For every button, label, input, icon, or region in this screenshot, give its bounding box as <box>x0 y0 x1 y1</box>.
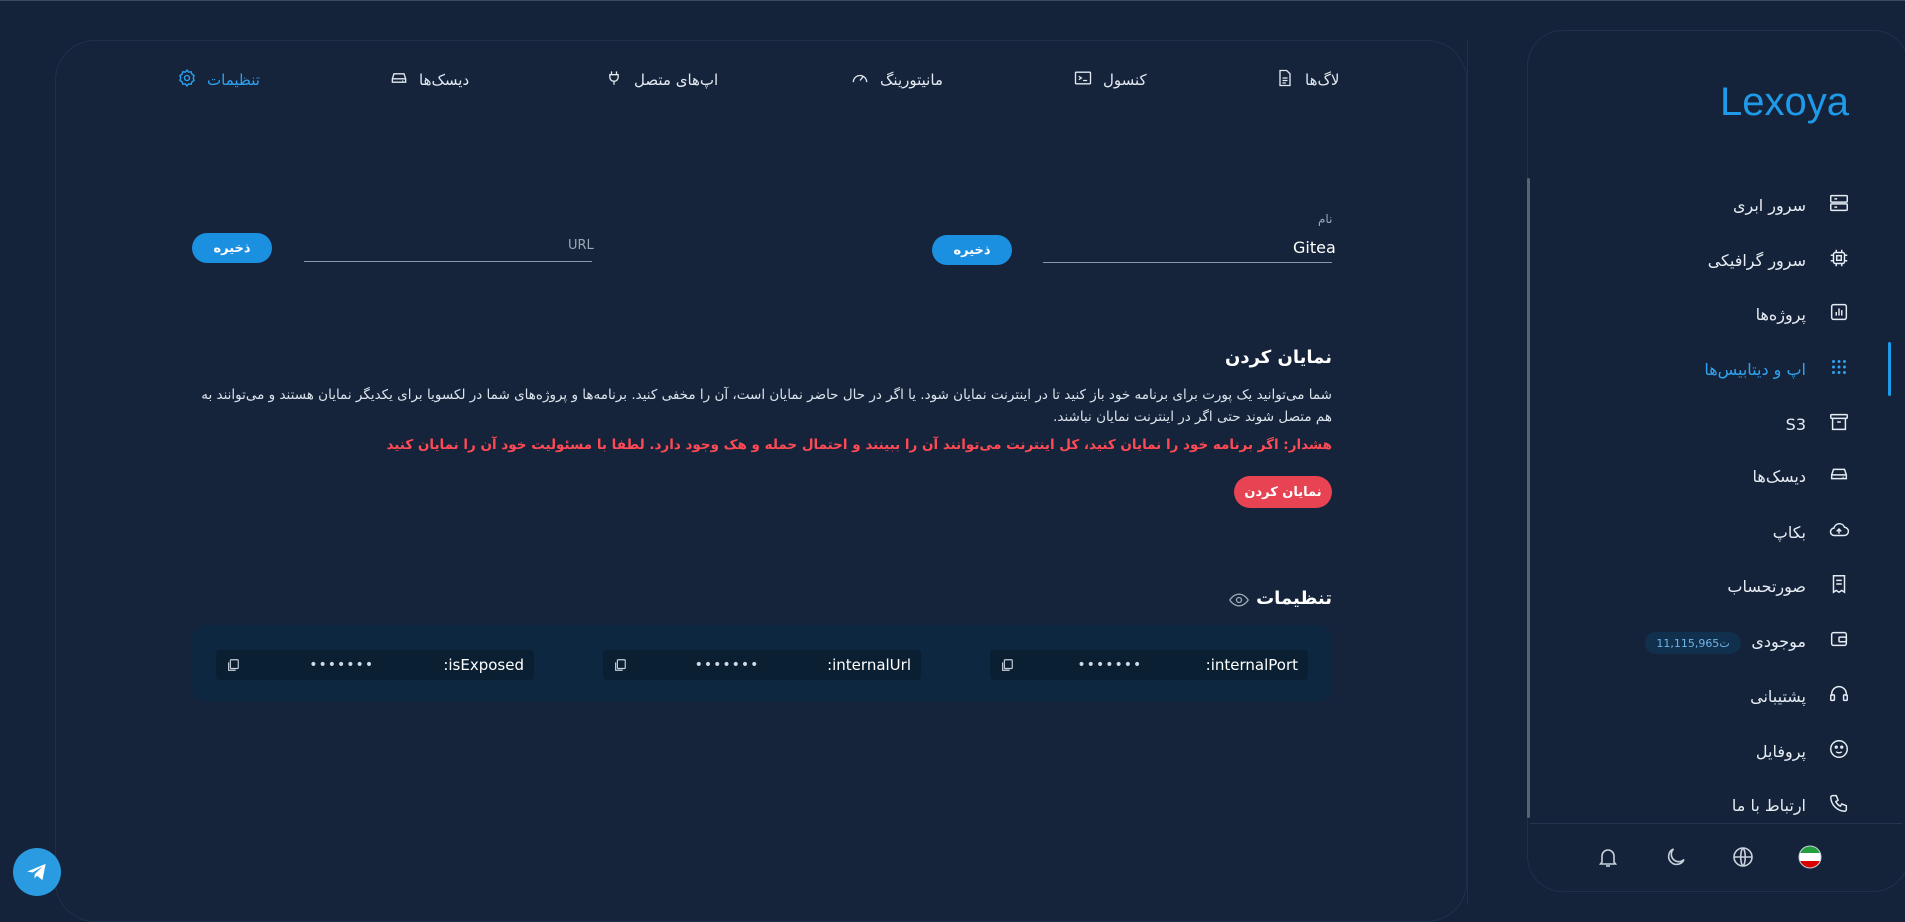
chart-icon <box>1828 301 1850 327</box>
sidebar-item-label: اپ و دیتابیس‌ها <box>1704 359 1806 379</box>
setting-internal-url: internalUrl: ••••••• <box>603 650 921 680</box>
settings-title: تنظیمات <box>1256 588 1332 609</box>
sidebar-item-apps-databases[interactable]: اپ و دیتابیس‌ها <box>1600 354 1850 384</box>
setting-key: internalUrl: <box>827 656 911 674</box>
sidebar-item-label: بکاپ <box>1772 522 1806 542</box>
setting-key: isExposed: <box>443 656 524 674</box>
file-text-icon <box>1275 68 1295 92</box>
wallet-icon <box>1828 628 1850 654</box>
sidebar-item-label: سرور گرافیکی <box>1707 250 1806 270</box>
save-url-button[interactable]: ذخیره <box>192 233 272 263</box>
disk-icon <box>1828 463 1850 489</box>
expose-warning: هشدار: اگر برنامه خود را نمایان کنید، کل… <box>386 437 1333 453</box>
sidebar-item-profile[interactable]: پروفایل <box>1600 736 1850 766</box>
tab-label: اپ‌های متصل <box>634 71 719 89</box>
telegram-icon[interactable] <box>13 848 61 896</box>
cloud-upload-icon <box>1828 519 1850 545</box>
globe-icon[interactable] <box>1731 845 1755 869</box>
active-indicator <box>1888 342 1891 396</box>
copy-icon[interactable] <box>1000 658 1014 672</box>
gauge-icon <box>850 68 870 92</box>
setting-value: ••••••• <box>694 657 760 673</box>
tab-disks[interactable]: دیسک‌ها <box>389 68 469 92</box>
sidebar-item-s3[interactable]: S3 <box>1600 409 1850 439</box>
receipt-icon <box>1828 573 1850 599</box>
expose-description: شما می‌توانید یک پورت برای برنامه خود با… <box>201 387 1332 425</box>
sidebar-item-cloud-server[interactable]: سرور ابری <box>1600 190 1850 220</box>
iran-flag-icon[interactable] <box>1798 845 1822 869</box>
sidebar-item-gpu-server[interactable]: سرور گرافیکی <box>1600 245 1850 275</box>
sidebar-item-label: سرور ابری <box>1732 195 1806 215</box>
bell-icon[interactable] <box>1596 845 1620 869</box>
server-icon <box>1828 192 1850 218</box>
tab-logs[interactable]: لاگ‌ها <box>1275 68 1339 92</box>
sidebar-item-label: صورتحساب <box>1727 576 1806 596</box>
panel-divider <box>1467 40 1468 904</box>
copy-icon[interactable] <box>226 658 240 672</box>
tab-label: مانیتورینگ <box>880 71 943 89</box>
sidebar-scrollbar[interactable] <box>1527 178 1530 818</box>
sidebar-item-disks[interactable]: دیسک‌ها <box>1600 461 1850 491</box>
tab-label: لاگ‌ها <box>1305 71 1340 89</box>
sidebar-item-support[interactable]: پشتیبانی <box>1600 681 1850 711</box>
copy-icon[interactable] <box>613 658 627 672</box>
expose-button[interactable]: نمایان کردن <box>1234 476 1332 508</box>
tab-settings[interactable]: تنظیمات <box>177 68 260 92</box>
sidebar-item-label: دیسک‌ها <box>1752 466 1806 486</box>
expose-title: نمایان کردن <box>1225 347 1332 368</box>
save-name-button[interactable]: ذخیره <box>932 235 1012 265</box>
sidebar-item-label: پروفایل <box>1755 741 1806 761</box>
grid-icon <box>1828 356 1850 382</box>
tab-connected-apps[interactable]: اپ‌های متصل <box>604 68 718 92</box>
logo[interactable]: Lexoya <box>1720 80 1849 125</box>
gear-icon <box>177 68 197 92</box>
eye-icon[interactable] <box>1229 592 1249 612</box>
tab-monitoring[interactable]: مانیتورینگ <box>850 68 943 92</box>
sidebar-item-backup[interactable]: بکاپ <box>1600 517 1850 547</box>
moon-icon[interactable] <box>1664 845 1688 869</box>
name-field-value[interactable]: Gitea <box>1293 238 1336 257</box>
plug-icon <box>604 68 624 92</box>
setting-internal-port: internalPort: ••••••• <box>990 650 1308 680</box>
setting-is-exposed: isExposed: ••••••• <box>216 650 534 680</box>
tab-label: کنسول <box>1103 71 1147 89</box>
sidebar-item-label: پروژه‌ها <box>1755 304 1806 324</box>
headset-icon <box>1828 683 1850 709</box>
name-field-underline <box>1043 262 1332 263</box>
archive-icon <box>1828 411 1850 437</box>
tab-label: دیسک‌ها <box>419 71 470 89</box>
balance-badge: 11,115,965ت <box>1645 632 1741 654</box>
name-field-label: نام <box>1318 212 1333 226</box>
sidebar-item-billing[interactable]: صورتحساب <box>1600 571 1850 601</box>
top-border <box>0 0 1905 1</box>
setting-value: ••••••• <box>1077 657 1143 673</box>
phone-icon <box>1828 792 1850 818</box>
setting-key: internalPort: <box>1205 656 1298 674</box>
terminal-icon <box>1073 68 1093 92</box>
profile-icon <box>1828 738 1850 764</box>
cpu-icon <box>1828 247 1850 273</box>
sidebar-item-label: ارتباط با ما <box>1731 795 1806 815</box>
tab-console[interactable]: کنسول <box>1073 68 1147 92</box>
sidebar-item-label: پشتیبانی <box>1750 686 1806 706</box>
sidebar-item-projects[interactable]: پروژه‌ها <box>1600 299 1850 329</box>
disk-icon <box>389 68 409 92</box>
url-field[interactable]: URL <box>568 238 594 253</box>
sidebar-item-label: موجودی <box>1751 631 1806 651</box>
sidebar-divider <box>1530 823 1902 824</box>
sidebar-item-contact[interactable]: ارتباط با ما <box>1600 790 1850 820</box>
tab-label: تنظیمات <box>207 71 260 89</box>
setting-value: ••••••• <box>309 657 375 673</box>
sidebar-item-label: S3 <box>1785 414 1806 434</box>
url-field-underline <box>304 261 592 262</box>
